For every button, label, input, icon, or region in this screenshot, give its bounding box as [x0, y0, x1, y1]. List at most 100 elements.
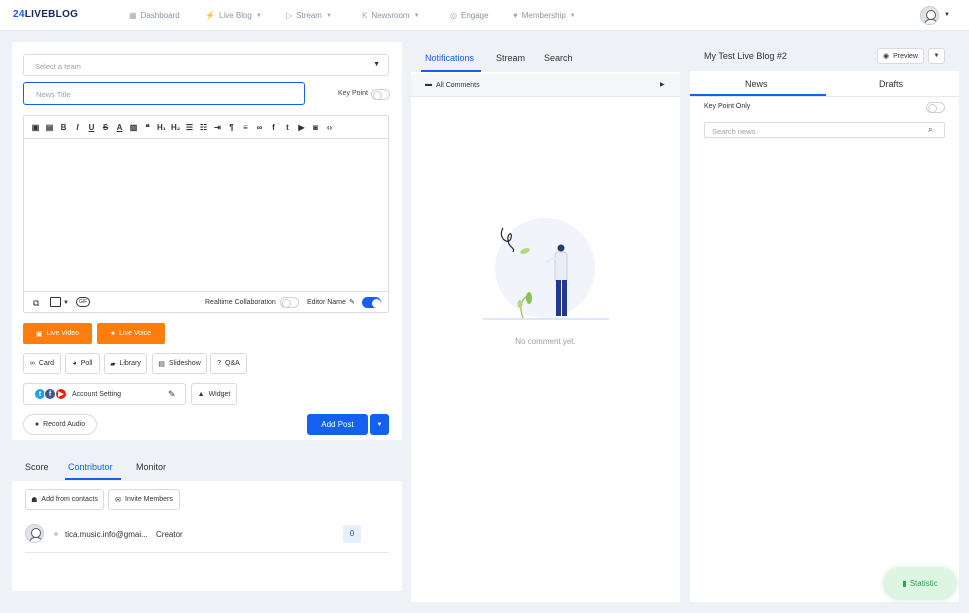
search-news-input[interactable]: Search news — [704, 122, 945, 138]
tab-notifications[interactable]: Notifications — [425, 53, 474, 63]
key-point-toggle[interactable] — [371, 89, 390, 100]
gallery-icon[interactable]: ▤ — [45, 123, 54, 132]
pencil-icon[interactable]: ✎ — [168, 389, 176, 400]
bold-icon[interactable]: B — [59, 123, 68, 132]
editor-toolbar: ▣ ▤ B I U S A ▨ ❝ H₁ H₂ ☰ ☷ ⇥ ¶ ≡ ∞ f t … — [24, 116, 388, 139]
nav-live-blog[interactable]: ⚡ Live Blog ▼ — [205, 11, 262, 20]
pencil-icon[interactable]: ✎ — [349, 298, 355, 306]
rich-text-editor[interactable]: ▣ ▤ B I U S A ▨ ❝ H₁ H₂ ☰ ☷ ⇥ ¶ ≡ ∞ f t … — [23, 115, 389, 313]
team-select[interactable]: Select a team ▼ — [23, 54, 389, 76]
add-from-contacts-button[interactable]: ☗ Add from contacts — [25, 489, 104, 510]
eye-icon: ◉ — [882, 53, 890, 60]
code-icon[interactable]: ‹› — [325, 123, 334, 132]
search-icon[interactable]: ⌕ — [928, 125, 932, 135]
paragraph-icon[interactable]: ¶ — [227, 123, 236, 132]
contributor-email: tica.music.info@gmai... — [65, 530, 148, 539]
heading1-icon[interactable]: H₁ — [157, 123, 166, 132]
editor-footer: ⧉ ▼ GIF Realtime Collaboration Editor Na… — [24, 291, 388, 313]
bar-chart-icon: ▮ — [902, 579, 907, 588]
strikethrough-icon[interactable]: S — [101, 123, 110, 132]
live-video-button[interactable]: ▣ Live Video — [23, 323, 92, 344]
nav-engage[interactable]: ◎ Engage — [450, 11, 489, 20]
active-tab-indicator — [65, 478, 121, 480]
editor-name-toggle[interactable] — [362, 297, 381, 308]
editor-name-label: Editor Name — [307, 299, 346, 306]
add-post-dropdown[interactable]: ▼ — [370, 414, 389, 435]
link-icon: ∞ — [29, 360, 35, 367]
tab-contributor[interactable]: Contributor — [68, 462, 113, 472]
contributor-avatar — [25, 524, 44, 543]
text-color-icon[interactable]: A — [115, 123, 124, 132]
statistic-button[interactable]: ▮ Statistic — [883, 567, 957, 600]
qa-button[interactable]: ? Q&A — [210, 353, 247, 374]
realtime-toggle[interactable] — [280, 297, 299, 308]
widget-icon: ▲ — [197, 390, 205, 398]
user-avatar[interactable] — [920, 6, 939, 25]
align-icon[interactable]: ≡ — [241, 123, 250, 132]
tab-monitor[interactable]: Monitor — [136, 462, 166, 472]
nav-dashboard[interactable]: ▦ Dashboard — [129, 11, 180, 20]
poll-button[interactable]: ◕ Poll — [65, 353, 100, 374]
bullet-list-icon[interactable]: ☷ — [199, 123, 208, 132]
target-icon: ◎ — [450, 11, 457, 20]
underline-icon[interactable]: U — [87, 123, 96, 132]
library-button[interactable]: ▰ Library — [104, 353, 147, 374]
widget-button[interactable]: ▲ Widget — [191, 383, 237, 405]
card-button[interactable]: ∞ Card — [23, 353, 61, 374]
newsroom-icon: K — [362, 11, 368, 20]
record-audio-button[interactable]: ● Record Audio — [23, 414, 97, 435]
realtime-collaboration-label: Realtime Collaboration — [205, 299, 276, 306]
chevron-down-icon: ▼ — [255, 12, 262, 19]
slideshow-icon: ▤ — [158, 360, 165, 368]
italic-icon[interactable]: I — [73, 123, 82, 132]
empty-comments-text: No comment yet. — [515, 337, 576, 346]
key-point-only-toggle[interactable] — [926, 102, 945, 113]
live-voice-button[interactable]: ● Live Voice — [97, 323, 165, 344]
logo[interactable]: 24LIVEBLOG — [13, 9, 78, 20]
tab-stream[interactable]: Stream — [496, 53, 525, 63]
more-dropdown[interactable]: ▼ — [928, 48, 945, 64]
key-point-only-label: Key Point Only — [704, 103, 751, 110]
image-icon[interactable]: ▣ — [31, 123, 40, 132]
facebook-icon[interactable]: f — [269, 123, 278, 132]
active-tab-indicator — [421, 70, 481, 72]
slideshow-button[interactable]: ▤ Slideshow — [152, 353, 207, 374]
heart-icon: ♥ — [513, 11, 518, 20]
comment-icon: ▬ — [425, 81, 432, 88]
divider — [690, 96, 959, 97]
twitter-icon[interactable]: t — [283, 123, 292, 132]
preview-button[interactable]: ◉ Preview — [877, 48, 924, 64]
instagram-icon[interactable]: ◙ — [311, 123, 320, 132]
tab-search[interactable]: Search — [544, 53, 573, 63]
empty-comments-illustration — [483, 218, 609, 320]
chevron-down-icon[interactable]: ▼ — [944, 12, 950, 18]
layout-icon[interactable] — [50, 297, 61, 307]
indent-icon[interactable]: ⇥ — [213, 123, 222, 132]
quote-icon[interactable]: ❝ — [143, 123, 152, 132]
youtube-icon[interactable]: ▶ — [297, 123, 306, 132]
add-post-button[interactable]: Add Post — [307, 414, 368, 435]
link-icon[interactable]: ∞ — [255, 123, 264, 132]
tab-score[interactable]: Score — [25, 462, 49, 472]
chevron-down-icon[interactable]: ▼ — [63, 300, 69, 306]
mail-icon: ✉ — [115, 496, 121, 504]
heading2-icon[interactable]: H₂ — [171, 123, 180, 132]
ordered-list-icon[interactable]: ☰ — [185, 123, 194, 132]
nav-newsroom[interactable]: K Newsroom ▼ — [362, 11, 420, 20]
nav-stream[interactable]: ▷ Stream ▼ — [286, 11, 332, 20]
top-nav: 24LIVEBLOG ▦ Dashboard ⚡ Live Blog ▼ ▷ Strea… — [0, 0, 969, 31]
live-blog-title: My Test Live Blog #2 — [704, 51, 787, 61]
news-title-input[interactable]: News Title — [23, 82, 305, 105]
highlight-icon[interactable]: ▨ — [129, 123, 138, 132]
contacts-icon: ☗ — [31, 496, 38, 504]
chevron-right-icon[interactable]: ▶ — [660, 81, 665, 88]
tab-news[interactable]: News — [745, 79, 768, 89]
all-comments-label: All Comments — [436, 82, 480, 89]
gif-icon[interactable]: GIF — [76, 297, 91, 307]
copy-icon[interactable]: ⧉ — [33, 298, 39, 309]
invite-members-button[interactable]: ✉ Invite Members — [108, 489, 180, 510]
nav-membership[interactable]: ♥ Membership ▼ — [513, 11, 576, 20]
tab-drafts[interactable]: Drafts — [879, 79, 903, 89]
folder-icon: ▰ — [110, 360, 116, 368]
microphone-icon: ● — [34, 421, 40, 428]
